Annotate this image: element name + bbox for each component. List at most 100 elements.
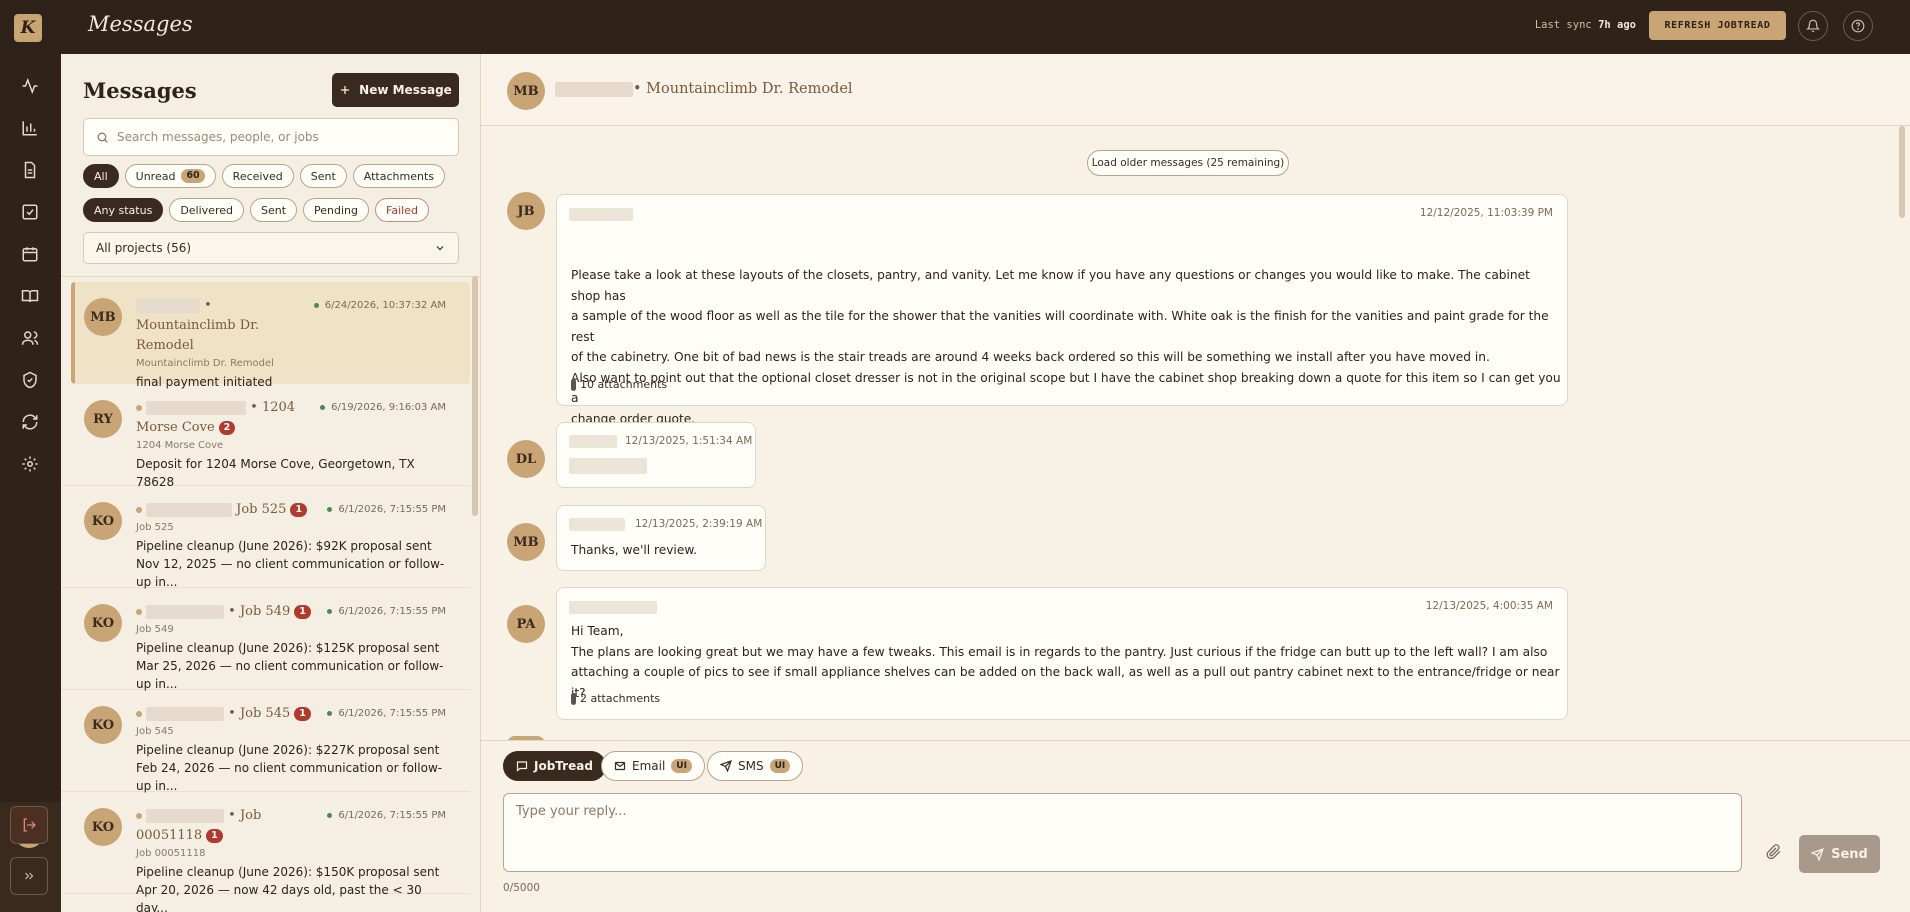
redacted-name — [146, 502, 232, 517]
paperclip-icon — [571, 378, 576, 391]
book-icon[interactable] — [18, 284, 42, 308]
chip-label: Delivered — [180, 203, 233, 217]
message-time: 12/13/2025, 2:39:19 AM — [635, 518, 763, 530]
filter-chip-received[interactable]: Received — [221, 164, 294, 188]
paperclip-icon — [571, 692, 576, 705]
thread-item[interactable]: RY • 1204 Morse Cove 2 6/19/2026, 9:16:03 … — [61, 384, 470, 489]
load-older-button[interactable]: Load older messages (25 remaining) — [1087, 150, 1289, 176]
attachments-link[interactable]: 10 attachments — [571, 378, 667, 391]
mail-icon — [614, 761, 626, 771]
thread-body: • Job 00051118 1 6/1/2026, 7:15:55 PM Job 0… — [136, 806, 446, 912]
filter-chip-all[interactable]: All — [83, 164, 119, 188]
status-filter-row: Any status Delivered Sent Pending Failed — [83, 198, 429, 222]
users-icon[interactable] — [18, 326, 42, 350]
status-chip-pending[interactable]: Pending — [303, 198, 370, 222]
status-chip-any-status[interactable]: Any status — [83, 198, 164, 222]
thread-item[interactable]: KO • Job 549 1 6/1/2026, 7:15:55 PM Job 549… — [61, 588, 470, 693]
unread-badge: 1 — [290, 502, 308, 517]
thread-name: • Job 549 1 — [136, 602, 316, 622]
calendar-icon[interactable] — [18, 242, 42, 266]
thread-item[interactable]: KO • Job 00051118 1 6/1/2026, 7:15:55 PM Jo… — [61, 792, 470, 912]
send-arrow-icon — [720, 760, 732, 772]
type-filter-row: All Unread 60 Received Sent Attachments — [83, 164, 445, 188]
chip-label: Sent — [260, 203, 287, 217]
bar-chart-icon[interactable] — [18, 116, 42, 140]
attachments-link[interactable]: 2 attachments — [571, 692, 660, 705]
thread-name: • Job 00051118 1 — [136, 808, 262, 843]
conversation-title: • Mountainclimb Dr. Remodel — [555, 81, 853, 97]
conversation-scrollbar[interactable] — [1899, 126, 1905, 218]
message-bubble: 12/13/2025, 1:51:34 AM — [556, 422, 756, 488]
conversation-avatar: MB — [507, 72, 545, 110]
thread-avatar: KO — [84, 502, 122, 540]
list-title: Messages — [83, 78, 197, 103]
channel-badge: UI — [671, 759, 692, 773]
message-bubble: 12/13/2025, 4:00:35 AM Hi Team, The plan… — [556, 587, 1568, 720]
send-button[interactable]: Send — [1799, 835, 1880, 873]
thread-body: • 1204 Morse Cove 2 6/19/2026, 9:16:03 AM 1… — [136, 398, 446, 491]
nav-rail: B — [0, 54, 61, 912]
message-avatar: MB — [507, 523, 545, 561]
unread-dot — [136, 506, 142, 513]
filter-chip-unread[interactable]: Unread 60 — [124, 164, 216, 188]
project-select-value: All projects (56) — [96, 241, 192, 255]
thread-header: • 1204 Morse Cove 2 6/19/2026, 9:16:03 AM — [136, 398, 446, 438]
chip-label: Any status — [94, 203, 153, 217]
activity-icon[interactable] — [18, 74, 42, 98]
plus-icon — [341, 86, 350, 94]
redacted-sender — [569, 518, 625, 531]
unread-dot — [136, 812, 142, 819]
reply-box[interactable] — [503, 793, 1742, 872]
attach-button[interactable] — [1764, 842, 1784, 862]
redacted-sender — [569, 208, 633, 221]
filter-chip-sent[interactable]: Sent — [299, 164, 347, 188]
filter-chip-attachments[interactable]: Attachments — [352, 164, 445, 188]
app-title: Messages — [88, 12, 193, 36]
document-icon[interactable] — [18, 158, 42, 182]
channel-tab-jobtread[interactable]: JobTread — [503, 751, 606, 781]
sync-label: Last sync — [1534, 19, 1592, 31]
project-select[interactable]: All projects (56) — [83, 232, 459, 264]
thread-project: Job 00051118 — [136, 848, 206, 859]
status-chip-sent[interactable]: Sent — [249, 198, 298, 222]
unread-badge: 1 — [294, 604, 311, 619]
app-logo[interactable]: K — [14, 14, 42, 42]
help-button[interactable] — [1843, 11, 1873, 41]
notifications-button[interactable] — [1798, 11, 1828, 41]
thread-header: • Job 549 1 6/1/2026, 7:15:55 PM — [136, 602, 446, 622]
thread-avatar: KO — [84, 604, 122, 642]
channel-tab-email[interactable]: Email UI — [601, 751, 705, 781]
gear-icon[interactable] — [18, 452, 42, 476]
search-input[interactable] — [117, 130, 437, 144]
channel-tab-sms[interactable]: SMS UI — [707, 751, 804, 781]
thread-body: Job 525 1 6/1/2026, 7:15:55 PM Job 525 Pipel… — [136, 500, 446, 591]
thread-list-scrollbar[interactable] — [472, 276, 478, 516]
sync-icon[interactable] — [18, 410, 42, 434]
thread-body: • Job 549 1 6/1/2026, 7:15:55 PM Job 549 Pip… — [136, 602, 446, 693]
unread-dot — [136, 710, 142, 717]
redacted-name — [146, 604, 224, 619]
thread-name: • Job 545 1 — [136, 704, 316, 724]
new-message-button[interactable]: New Message — [332, 73, 459, 107]
message-time: 12/13/2025, 1:51:34 AM — [625, 435, 753, 447]
shield-icon[interactable] — [18, 368, 42, 392]
status-chip-failed[interactable]: Failed — [375, 198, 429, 222]
bell-icon — [1806, 19, 1820, 32]
unread-dot — [136, 404, 142, 411]
expand-rail-button[interactable] — [10, 857, 48, 895]
thread-project: Mountainclimb Dr. Remodel — [136, 358, 274, 369]
checklist-icon[interactable] — [18, 200, 42, 224]
thread-item[interactable]: KO • Job 545 1 6/1/2026, 7:15:55 PM Job 545… — [61, 690, 470, 793]
reply-input[interactable] — [504, 794, 1741, 871]
message-text: Thanks, we'll review. — [571, 543, 698, 557]
status-chip-delivered[interactable]: Delivered — [169, 198, 244, 222]
new-message-label: New Message — [359, 83, 452, 97]
thread-item[interactable]: MB • Mountainclimb Dr. Remodel 6/24/2026,… — [71, 282, 470, 389]
search-box[interactable] — [83, 118, 459, 156]
thread-item[interactable]: KO Job 525 1 6/1/2026, 7:15:55 PM Job 525 Pi… — [61, 486, 470, 591]
refresh-jobtread-button[interactable]: REFRESH JOBTREAD — [1649, 11, 1786, 40]
message-avatar: DL — [507, 440, 545, 478]
redacted-name — [555, 81, 633, 97]
thread-preview: Pipeline cleanup (June 2026): $92K propo… — [136, 539, 445, 589]
logout-button[interactable] — [10, 806, 48, 844]
